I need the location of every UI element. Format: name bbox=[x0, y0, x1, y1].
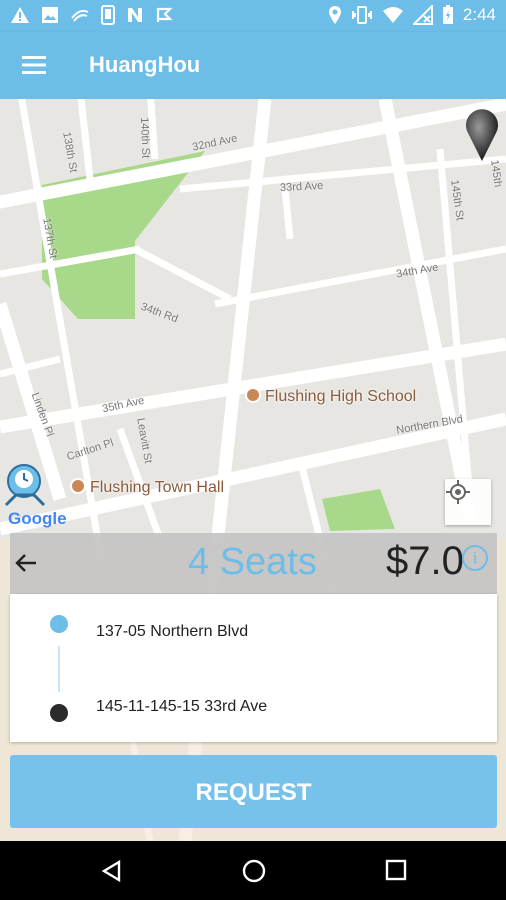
pickup-address[interactable]: 137-05 Northern Blvd bbox=[96, 623, 248, 641]
app-bar: HuangHou bbox=[0, 32, 506, 99]
status-bar: 2:44 bbox=[0, 0, 506, 32]
warning-icon bbox=[11, 7, 29, 23]
seats-count[interactable]: 4 Seats bbox=[188, 541, 317, 584]
vibrate-icon bbox=[351, 6, 372, 24]
seats-price-bar: 4 Seats $7.0 i bbox=[10, 533, 497, 594]
poi-icon bbox=[70, 478, 86, 494]
status-time: 2:44 bbox=[462, 5, 496, 24]
crosshair-icon bbox=[446, 480, 470, 504]
recents-square-icon[interactable] bbox=[385, 859, 407, 881]
destination-pin-icon[interactable] bbox=[462, 107, 502, 163]
status-right-icons: 2:44 bbox=[328, 5, 496, 25]
my-location-button[interactable] bbox=[445, 479, 491, 525]
street-label-33rd: 33rd Ave bbox=[279, 179, 324, 195]
street-label-140th: 140th St bbox=[138, 117, 152, 159]
fare-price: $7.0 bbox=[386, 539, 464, 583]
poi-town-hall-label: Flushing Town Hall bbox=[90, 479, 224, 496]
app-title: HuangHou bbox=[89, 52, 201, 77]
google-logo: Google bbox=[8, 509, 67, 528]
home-circle-icon[interactable] bbox=[242, 859, 266, 883]
request-button[interactable]: REQUEST bbox=[10, 755, 497, 828]
flag-icon bbox=[156, 7, 173, 22]
image-icon bbox=[42, 7, 58, 23]
poi-high-school-label: Flushing High School bbox=[265, 388, 417, 405]
poi-icon bbox=[245, 387, 261, 403]
wifi-icon bbox=[382, 7, 403, 23]
no-signal-icon bbox=[412, 5, 433, 25]
poi-flushing-high-school[interactable]: Flushing High School bbox=[245, 387, 416, 406]
info-icon[interactable]: i bbox=[462, 545, 488, 571]
poi-flushing-town-hall[interactable]: Flushing Town Hall bbox=[70, 478, 224, 497]
phone-icon bbox=[101, 5, 115, 25]
menu-icon[interactable] bbox=[22, 53, 48, 77]
pickup-dot-icon bbox=[50, 615, 68, 633]
status-left-icons bbox=[10, 5, 173, 25]
back-arrow-icon[interactable] bbox=[14, 550, 40, 576]
dropoff-dot-icon bbox=[50, 704, 68, 722]
route-card: 137-05 Northern Blvd 145-11-145-15 33rd … bbox=[10, 594, 497, 742]
location-icon bbox=[328, 6, 341, 24]
back-triangle-icon[interactable] bbox=[100, 859, 122, 883]
pickup-marker-icon[interactable] bbox=[0, 461, 50, 509]
battery-icon bbox=[442, 5, 453, 24]
system-nav-bar bbox=[0, 841, 506, 900]
signal-app-icon bbox=[71, 9, 89, 22]
dropoff-address[interactable]: 145-11-145-15 33rd Ave bbox=[96, 698, 267, 716]
n-icon bbox=[128, 8, 142, 22]
route-connector bbox=[58, 646, 60, 692]
